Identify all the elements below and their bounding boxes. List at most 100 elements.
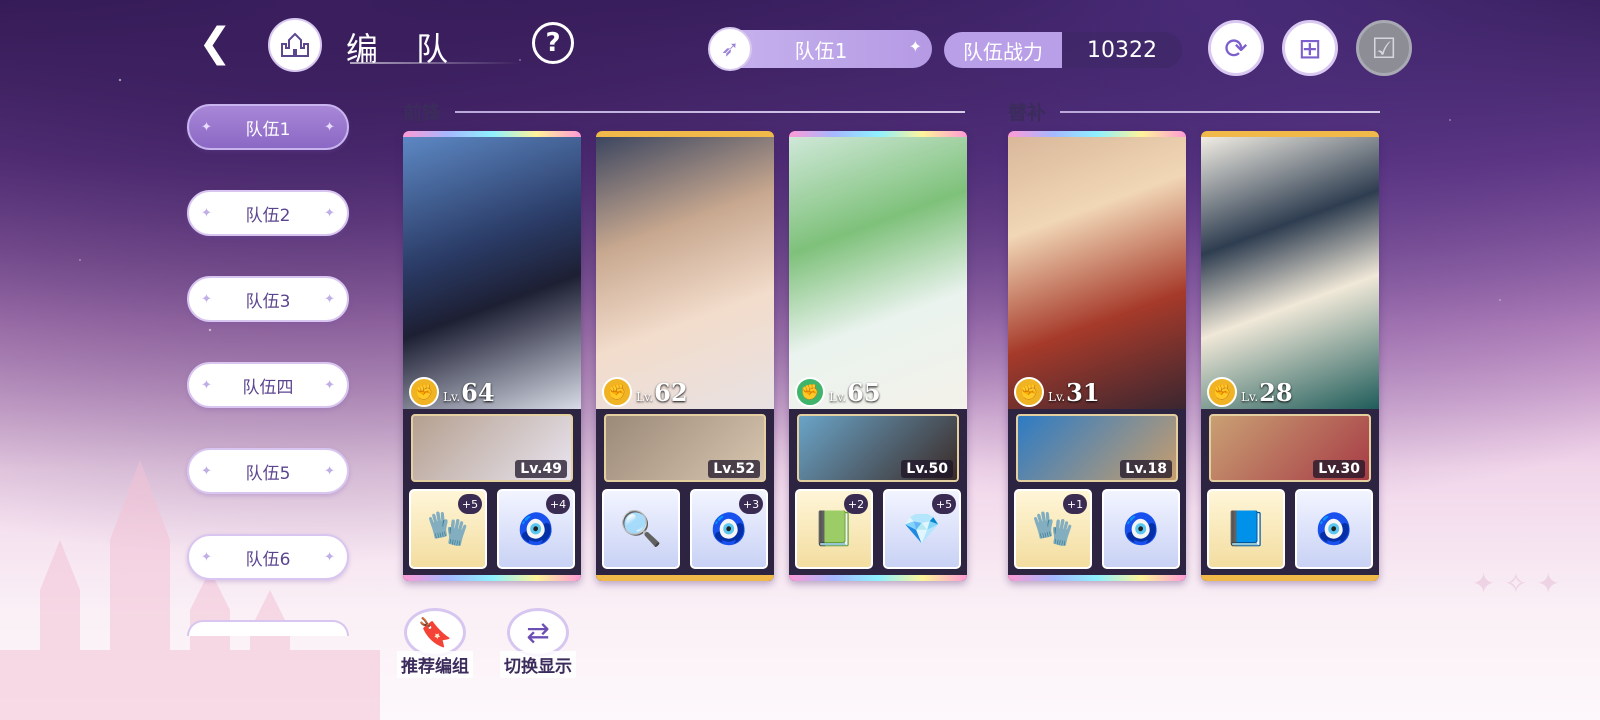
sidebar-item-label: 队伍5 (245, 463, 291, 484)
card-frame-bottom (1201, 575, 1379, 581)
sidebar-item-team7[interactable] (187, 620, 349, 636)
equipment-slot[interactable]: 📘 (1207, 489, 1285, 569)
equipment-icon: 🧤 (1031, 509, 1075, 549)
sidebar-item-team4[interactable]: ✦ 队伍四 ✦ (187, 362, 349, 408)
card-frame-bottom (1008, 575, 1186, 581)
level-value: 62 (654, 377, 688, 407)
sub-character-portrait[interactable]: Lv.49 (411, 414, 573, 482)
section-front-divider (455, 111, 965, 113)
card-frame-bottom (403, 575, 581, 581)
title-underline (350, 62, 520, 64)
character-card[interactable]: ✊ Lv. 28 Lv.30 📘 🧿 (1201, 131, 1379, 581)
decorative-sparkles: ✦ ✧ ✦ (1471, 567, 1560, 600)
sub-character-portrait[interactable]: Lv.50 (797, 414, 959, 482)
sparkle-icon: ✦ (324, 205, 335, 221)
bookmark-star-icon: 🔖 (404, 608, 466, 657)
character-portrait (1008, 137, 1186, 409)
equipment-slot[interactable]: 🧤 +5 (409, 489, 487, 569)
equipment-slot[interactable]: 🧿 +3 (690, 489, 768, 569)
sidebar-item-label: 队伍四 (242, 377, 294, 398)
sparkle-icon: ✦ (201, 549, 212, 565)
refresh-button[interactable]: ⟳ (1208, 20, 1264, 76)
sparkle-icon: ✦ (324, 291, 335, 307)
sidebar-item-label: 队伍6 (245, 549, 291, 570)
team-power: 队伍战力 10322 (944, 32, 1182, 68)
level-prefix: Lv. (1241, 389, 1259, 404)
back-button[interactable]: ❮ (190, 20, 240, 66)
enhance-badge: +3 (739, 494, 763, 514)
sparkle-icon: ✦ (201, 205, 212, 221)
equipment-slot[interactable]: 🧿 (1295, 489, 1373, 569)
level-row: ✊ Lv. 64 (409, 377, 495, 407)
sparkle-icon: ✦ (324, 463, 335, 479)
sidebar-item-team6[interactable]: ✦ 队伍6 ✦ (187, 534, 349, 580)
equipment-slot[interactable]: 🔍 (602, 489, 680, 569)
character-level: Lv. 64 (443, 378, 495, 407)
element-icon: ✊ (409, 377, 439, 407)
character-level: Lv. 65 (829, 378, 881, 407)
recommend-team-button[interactable]: 🔖 推荐编组 (397, 608, 473, 678)
refresh-icon: ⟳ (1224, 31, 1248, 65)
character-level: Lv. 31 (1048, 378, 1100, 407)
sidebar-item-team3[interactable]: ✦ 队伍3 ✦ (187, 276, 349, 322)
sub-character-level: Lv.30 (1313, 460, 1365, 478)
checklist-icon: ☑ (1371, 31, 1397, 65)
team-selector-label: 队伍1 (794, 38, 848, 63)
sub-character-portrait[interactable]: Lv.30 (1209, 414, 1371, 482)
element-icon: ✊ (1014, 377, 1044, 407)
sub-character-portrait[interactable]: Lv.52 (604, 414, 766, 482)
equipment-icon: 🔍 (619, 509, 663, 549)
level-prefix: Lv. (443, 389, 461, 404)
character-portrait (403, 137, 581, 409)
question-icon: ? (545, 28, 561, 58)
recommend-team-label: 推荐编组 (397, 651, 473, 678)
accessory-icon: 🧿 (1315, 511, 1353, 547)
feather-icon[interactable]: ➶ (708, 27, 752, 71)
equipment-slot[interactable]: 📗 +2 (795, 489, 873, 569)
sidebar-item-team1[interactable]: ✦ 队伍1 ✦ (187, 104, 349, 150)
sub-character-level: Lv.52 (708, 460, 760, 478)
copy-team-button[interactable]: ⊞ (1282, 20, 1338, 76)
sparkle-icon: ✦ (201, 119, 212, 135)
sparkle-icon: ✦ (201, 377, 212, 393)
card-frame-bottom (596, 575, 774, 581)
equipment-icon: 🧤 (426, 509, 470, 549)
swap-arrows-icon: ⇄ (507, 608, 569, 657)
enhance-badge: +4 (546, 494, 570, 514)
sparkle-icon: ✦ (201, 463, 212, 479)
character-card[interactable]: ✊ Lv. 65 Lv.50 📗 +2 💎 +5 (789, 131, 967, 581)
character-portrait (1201, 137, 1379, 409)
equipment-slot[interactable]: 🧤 +1 (1014, 489, 1092, 569)
level-value: 65 (847, 377, 881, 407)
character-card[interactable]: ✊ Lv. 62 Lv.52 🔍 🧿 +3 (596, 131, 774, 581)
equipment-icon: 📘 (1224, 509, 1268, 549)
switch-display-label: 切换显示 (500, 651, 576, 678)
accessory-icon: 🧿 (517, 511, 555, 547)
equipment-icon: 📗 (812, 509, 856, 549)
home-button[interactable] (268, 18, 322, 72)
sidebar-item-team5[interactable]: ✦ 队伍5 ✦ (187, 448, 349, 494)
sparkle-icon: ✦ (324, 119, 335, 135)
character-card[interactable]: ✊ Lv. 64 Lv.49 🧤 +5 🧿 +4 (403, 131, 581, 581)
sparkle-icon: ✦ (908, 37, 922, 56)
character-card[interactable]: ✊ Lv. 31 Lv.18 🧤 +1 🧿 (1008, 131, 1186, 581)
back-arrow-icon: ❮ (198, 20, 232, 66)
equipment-slot[interactable]: 🧿 +4 (497, 489, 575, 569)
equipment-slot[interactable]: 🧿 (1102, 489, 1180, 569)
accessory-icon: 🧿 (710, 511, 748, 547)
confirm-team-button[interactable]: ☑ (1356, 20, 1412, 76)
sidebar-item-team2[interactable]: ✦ 队伍2 ✦ (187, 190, 349, 236)
section-front-title: 前锋 (403, 102, 442, 124)
sparkle-icon: ✦ (201, 291, 212, 307)
element-icon: ✊ (1207, 377, 1237, 407)
switch-display-button[interactable]: ⇄ 切换显示 (500, 608, 576, 678)
level-value: 64 (461, 377, 495, 407)
level-prefix: Lv. (829, 389, 847, 404)
sub-character-portrait[interactable]: Lv.18 (1016, 414, 1178, 482)
equipment-slot[interactable]: 💎 +5 (883, 489, 961, 569)
card-frame-bottom (789, 575, 967, 581)
team-power-label: 队伍战力 (944, 32, 1062, 68)
character-level: Lv. 62 (636, 378, 688, 407)
sub-character-level: Lv.49 (515, 460, 567, 478)
help-button[interactable]: ? (532, 22, 574, 64)
